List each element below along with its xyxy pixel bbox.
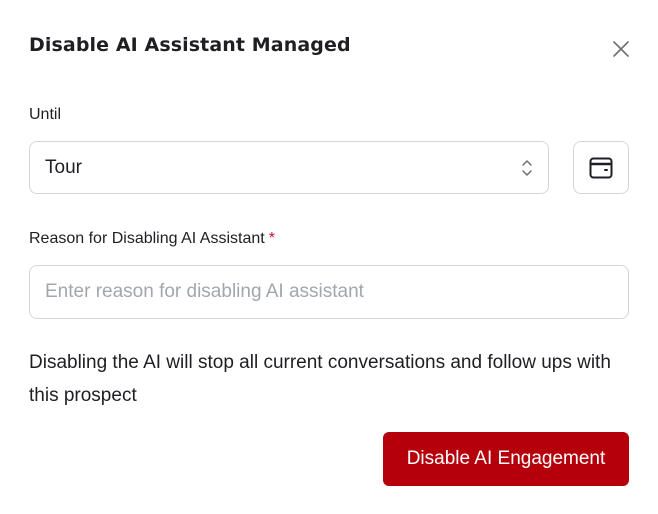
close-icon bbox=[613, 41, 629, 57]
until-label: Until bbox=[29, 106, 62, 123]
modal-title: Disable AI Assistant Managed bbox=[29, 34, 351, 56]
until-selected-value: Tour bbox=[45, 156, 82, 178]
reason-label-text: Reason for Disabling AI Assistant bbox=[29, 230, 265, 247]
reason-input[interactable] bbox=[29, 265, 629, 319]
disable-notice: Disabling the AI will stop all current c… bbox=[29, 352, 611, 406]
disable-ai-engagement-button[interactable]: Disable AI Engagement bbox=[383, 432, 629, 486]
reason-label: Reason for Disabling AI Assistant * bbox=[29, 230, 275, 248]
close-button[interactable] bbox=[606, 34, 636, 64]
disable-ai-modal: Disable AI Assistant Managed Until Tour … bbox=[0, 0, 658, 514]
calendar-icon bbox=[589, 157, 613, 178]
calendar-button[interactable] bbox=[573, 141, 629, 194]
required-mark: * bbox=[268, 230, 275, 247]
chevron-up-down-icon bbox=[522, 160, 532, 176]
until-select[interactable]: Tour bbox=[29, 141, 549, 194]
